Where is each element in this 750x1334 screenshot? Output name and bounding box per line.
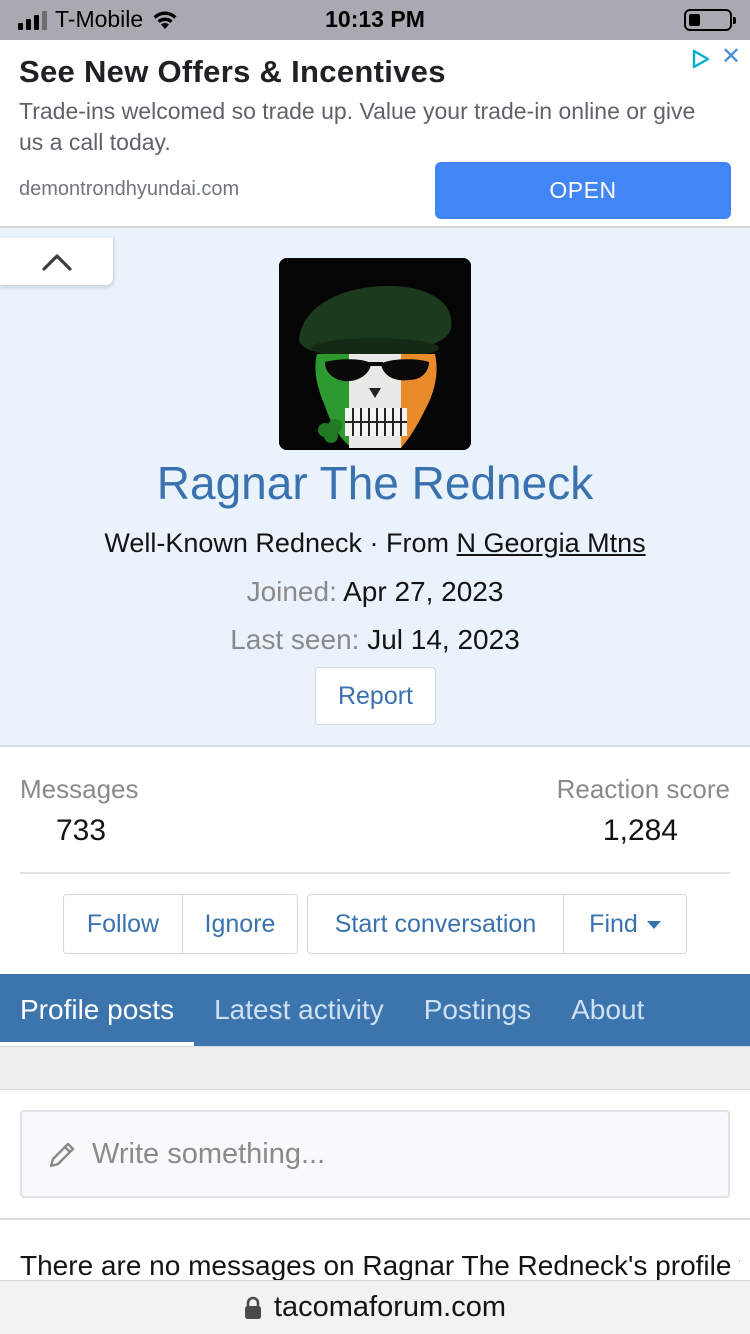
conversation-find-group: Start conversation Find xyxy=(307,894,687,954)
url-domain: tacomaforum.com xyxy=(273,1291,507,1323)
pencil-icon xyxy=(49,1142,75,1167)
collapse-button[interactable] xyxy=(0,238,114,286)
follow-button[interactable]: Follow xyxy=(64,895,182,953)
joined-label: Joined: xyxy=(246,576,337,607)
write-something-input[interactable]: Write something... xyxy=(20,1110,730,1198)
last-seen-date: Jul 14, 2023 xyxy=(367,624,520,655)
joined-date: Apr 27, 2023 xyxy=(343,576,504,607)
last-seen-line: Last seen: Jul 14, 2023 xyxy=(0,624,750,656)
find-dropdown-button[interactable]: Find xyxy=(563,895,686,953)
user-title: Well-Known Redneck xyxy=(104,528,362,558)
battery-icon xyxy=(684,9,736,31)
tab-about[interactable]: About xyxy=(551,974,664,1046)
empty-messages-text: There are no messages on Ragnar The Redn… xyxy=(20,1250,740,1280)
reaction-score-label: Reaction score xyxy=(556,774,730,804)
ad-title[interactable]: See New Offers & Incentives xyxy=(19,54,446,90)
follow-ignore-group: Follow Ignore xyxy=(63,894,298,954)
write-placeholder: Write something... xyxy=(92,1138,326,1170)
tab-latest-activity[interactable]: Latest activity xyxy=(194,974,404,1046)
user-title-line: Well-Known Redneck · From N Georgia Mtns xyxy=(0,528,750,559)
title-separator: · xyxy=(369,528,387,558)
ad-banner[interactable]: See New Offers & Incentives Trade-ins we… xyxy=(0,40,750,228)
profile-header: Ragnar The Redneck Well-Known Redneck · … xyxy=(0,228,750,747)
chevron-up-icon xyxy=(41,253,72,271)
battery-level xyxy=(689,14,700,26)
caret-down-icon xyxy=(646,921,661,929)
clock: 10:13 PM xyxy=(325,6,425,32)
from-prefix: From xyxy=(386,528,450,558)
tab-profile-posts[interactable]: Profile posts xyxy=(0,974,195,1046)
report-button[interactable]: Report xyxy=(315,667,436,725)
messages-count[interactable]: 733 xyxy=(56,814,106,848)
ad-domain: demontrondhyundai.com xyxy=(19,178,240,200)
avatar[interactable] xyxy=(279,258,471,450)
section-spacer xyxy=(0,1046,750,1090)
composer-divider xyxy=(0,1218,750,1220)
profile-username: Ragnar The Redneck xyxy=(156,457,594,509)
last-seen-label: Last seen: xyxy=(230,624,360,655)
ignore-button[interactable]: Ignore xyxy=(182,895,297,953)
url-bar[interactable]: tacomaforum.com xyxy=(0,1280,750,1334)
adchoices-icon[interactable] xyxy=(690,48,712,70)
tab-postings[interactable]: Postings xyxy=(404,974,551,1046)
find-label: Find xyxy=(589,909,638,938)
lock-icon xyxy=(244,1296,261,1319)
close-icon[interactable]: ✕ xyxy=(720,45,742,69)
stats-divider xyxy=(20,872,730,874)
ad-open-button[interactable]: OPEN xyxy=(435,162,731,219)
joined-line: Joined: Apr 27, 2023 xyxy=(0,576,750,608)
write-placeholder-row: Write something... xyxy=(46,1138,325,1171)
status-bar: T-Mobile 10:13 PM xyxy=(0,0,750,40)
ad-description: Trade-ins welcomed so trade up. Value yo… xyxy=(19,98,696,155)
start-conversation-button[interactable]: Start conversation xyxy=(308,895,563,953)
profile-tabs: Profile posts Latest activity Postings A… xyxy=(0,974,750,1046)
messages-label: Messages xyxy=(20,774,139,804)
reaction-score-value[interactable]: 1,284 xyxy=(603,814,678,848)
skull-beret-avatar-image xyxy=(279,258,471,450)
location-link[interactable]: N Georgia Mtns xyxy=(457,528,646,558)
